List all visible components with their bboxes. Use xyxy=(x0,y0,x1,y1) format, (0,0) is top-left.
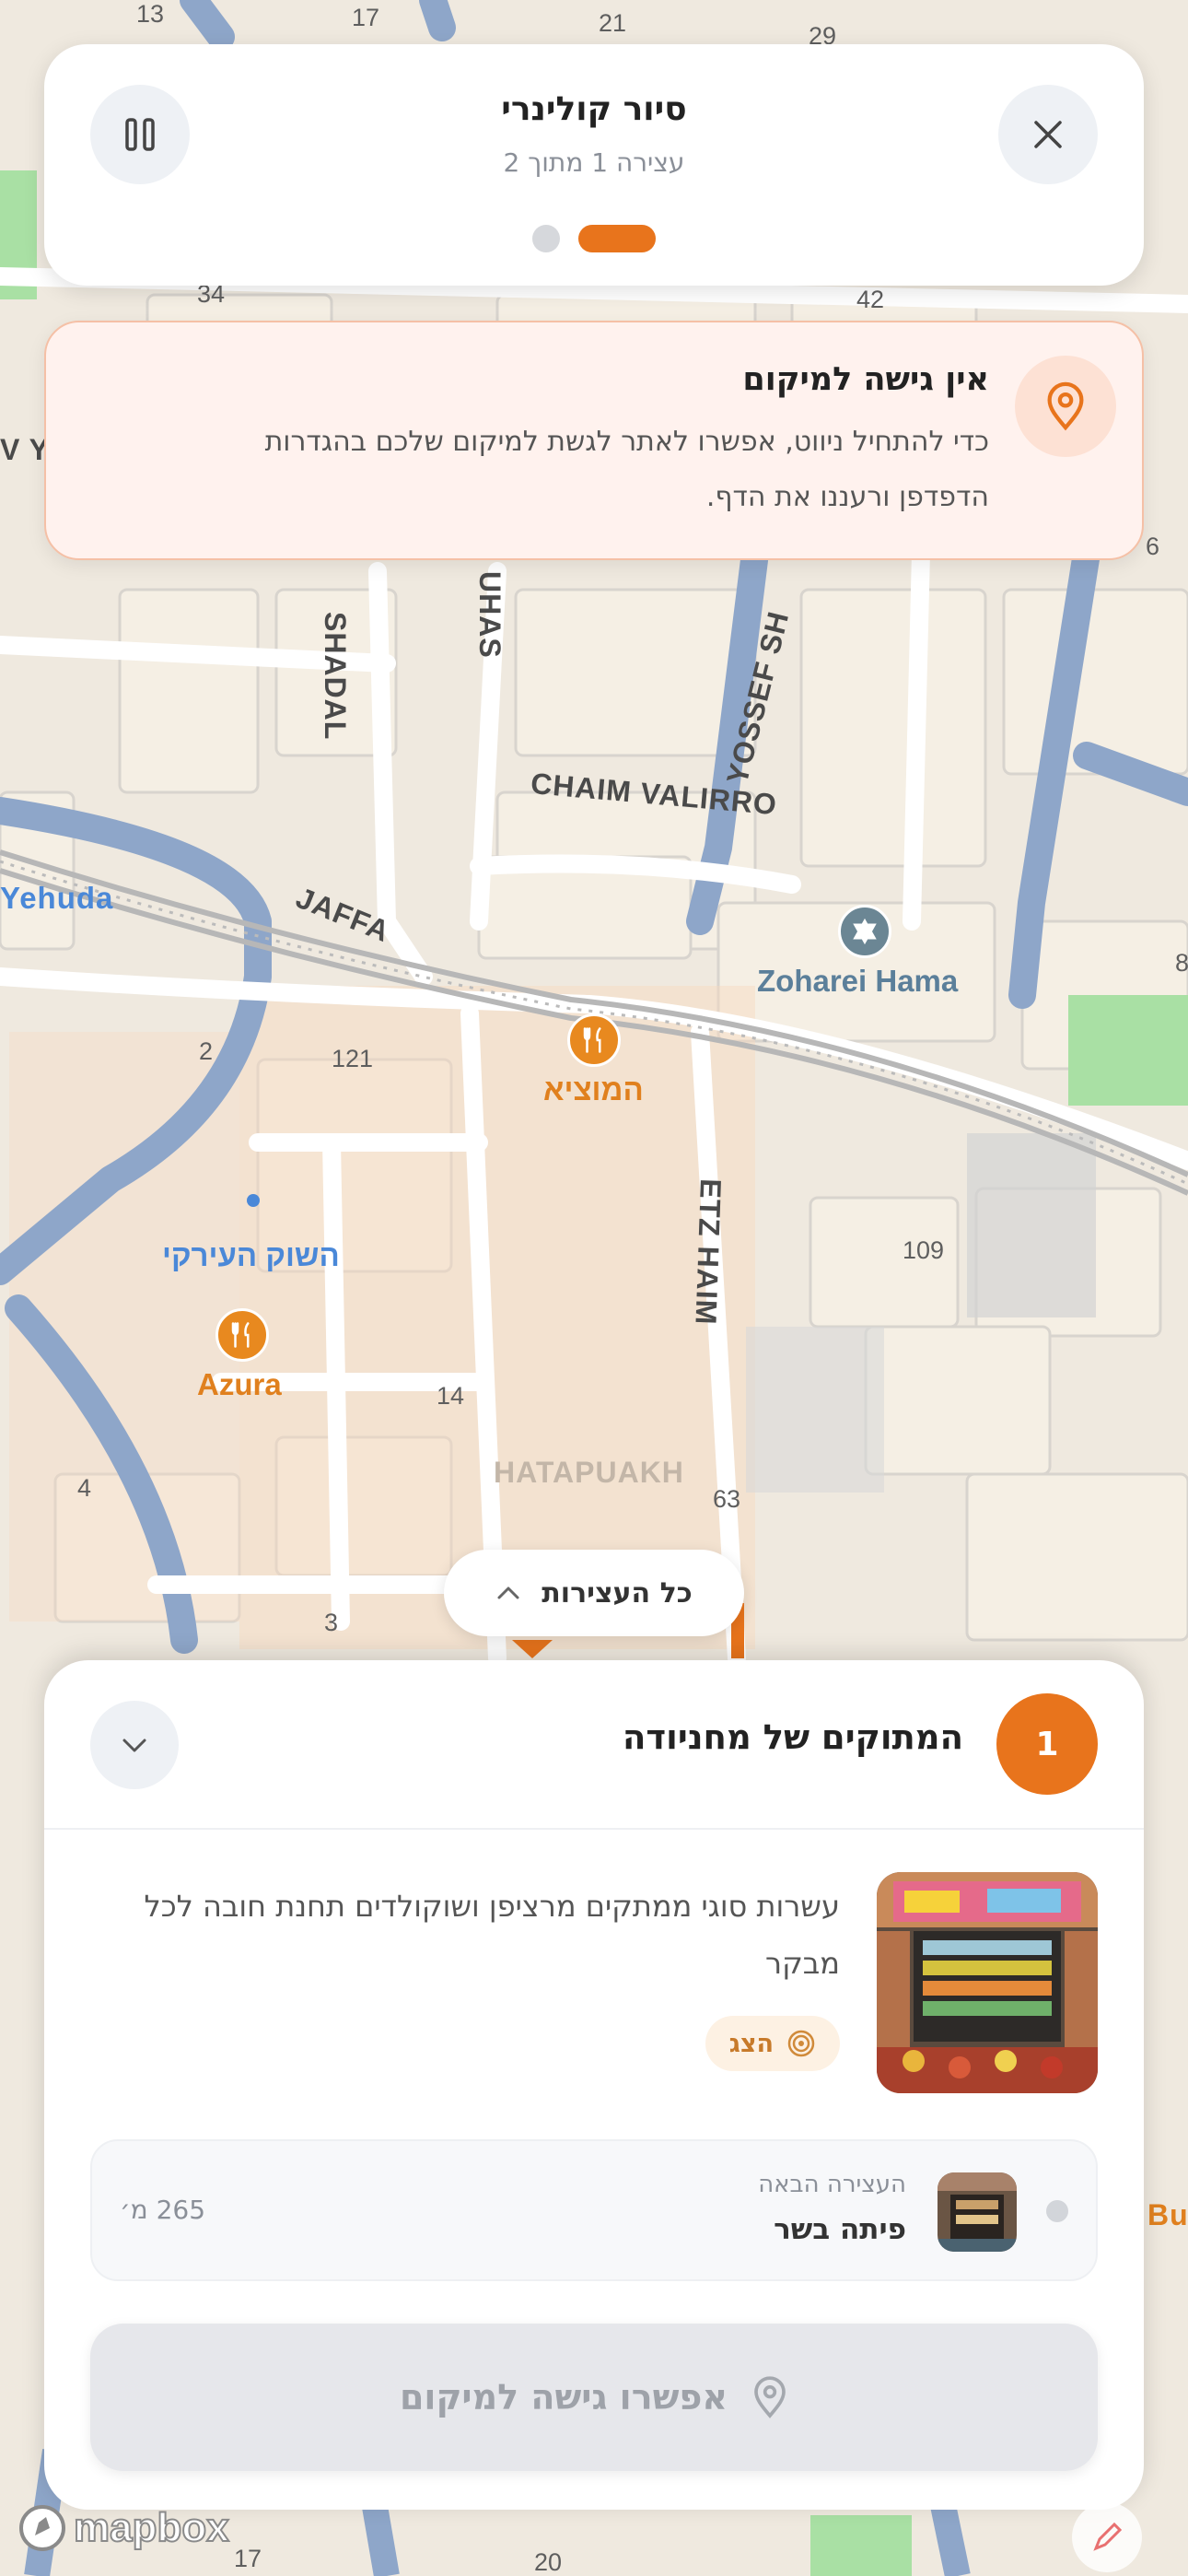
street-name: V Y xyxy=(0,433,50,466)
mapbox-logo[interactable]: mapbox xyxy=(18,2504,230,2552)
poi-label[interactable]: Zoharei Hama xyxy=(757,964,958,999)
street-name: UHAS xyxy=(473,571,507,659)
fork-knife-icon[interactable] xyxy=(567,1013,621,1067)
all-stops-label: כל העצירות xyxy=(542,1576,693,1610)
next-stop-card[interactable]: העצירה הבאה פיתה בשר 265 מ׳ xyxy=(90,2139,1098,2281)
street-name: HATAPUAKH xyxy=(494,1456,684,1489)
next-stop-name: פיתה בשר xyxy=(774,2213,906,2246)
stop-photo[interactable] xyxy=(877,1872,1098,2093)
street-number: 20 xyxy=(534,2548,563,2576)
next-stop-distance: 265 מ׳ xyxy=(120,2195,206,2225)
mapbox-logo-icon xyxy=(19,2505,65,2551)
street-number: 13 xyxy=(136,0,165,28)
map-attribution-button[interactable] xyxy=(1072,2502,1142,2572)
street-number: 42 xyxy=(856,286,885,313)
alert-title: אין גישה למיקום xyxy=(742,361,989,398)
street-name: Bu xyxy=(1147,2198,1188,2231)
star-of-david-icon[interactable] xyxy=(838,905,891,958)
street-number: 14 xyxy=(437,1382,465,1410)
poi-label[interactable]: Azura xyxy=(197,1367,282,1402)
close-button[interactable] xyxy=(998,85,1098,184)
chevron-up-icon xyxy=(497,1587,519,1599)
poi-dot xyxy=(247,1194,260,1207)
street-number: 109 xyxy=(903,1236,945,1264)
street-number: 63 xyxy=(713,1485,741,1513)
enable-location-label: אפשרו גישה למיקום xyxy=(399,2377,728,2418)
street-number: 121 xyxy=(332,1045,374,1072)
street-number: 17 xyxy=(352,4,380,31)
divider xyxy=(44,1828,1144,1830)
street-number: 2 xyxy=(199,1037,214,1065)
stop-description: עשרות סוגי ממתקים מרציפן ושוקולדים תחנת … xyxy=(144,1889,840,1981)
street-number: 6 xyxy=(1146,533,1160,560)
mapbox-wordmark: mapbox xyxy=(73,2504,230,2551)
alert-body: כדי להתחיל ניווט, אפשרו לאתר לגשת למיקום… xyxy=(264,426,989,513)
close-icon xyxy=(1034,121,1062,148)
chevron-down-icon xyxy=(122,1739,146,1752)
poi-label[interactable]: השוק העירקי xyxy=(162,1238,340,1273)
all-stops-button[interactable]: כל העצירות xyxy=(444,1550,744,1636)
street-number: 3 xyxy=(324,1609,339,1636)
street-name: SHADAL xyxy=(319,612,352,741)
next-stop-dot xyxy=(1046,2200,1068,2222)
tour-header-card: סיור קולינרי עצירה 1 מתוך 2 xyxy=(44,44,1144,286)
show-button[interactable]: הצג xyxy=(705,2016,840,2071)
fork-knife-icon[interactable] xyxy=(215,1308,269,1362)
street-name: ETZ HAIM xyxy=(689,1177,728,1326)
location-pin-icon xyxy=(754,2376,786,2418)
stop-sheet: 1 המתוקים של מחניודה עשרות סוגי ממתקים מ… xyxy=(44,1660,1144,2510)
street-number: 17 xyxy=(234,2545,262,2572)
show-label: הצג xyxy=(728,2029,774,2058)
target-icon xyxy=(787,2030,815,2057)
location-pin-icon xyxy=(1015,356,1116,457)
stop-title: המתוקים של מחניודה xyxy=(623,1717,963,1757)
poi-label[interactable]: המוציא xyxy=(543,1072,644,1107)
step-indicator-inactive xyxy=(532,225,560,252)
street-number: 4 xyxy=(77,1474,92,1502)
next-stop-thumbnail xyxy=(938,2172,1017,2252)
street-number: 8 xyxy=(1175,949,1188,977)
location-alert: אין גישה למיקום כדי להתחיל ניווט, אפשרו … xyxy=(44,321,1144,560)
tour-title: סיור קולינרי xyxy=(501,90,687,128)
tour-progress: עצירה 1 מתוך 2 xyxy=(503,147,685,178)
step-indicator-active xyxy=(578,225,656,252)
stop-number-badge: 1 xyxy=(996,1693,1098,1795)
enable-location-button[interactable]: אפשרו גישה למיקום xyxy=(90,2324,1098,2471)
next-stop-caption: העצירה הבאה xyxy=(758,2171,906,2198)
pencil-icon xyxy=(1093,2522,1123,2551)
street-name: Yehuda xyxy=(0,881,114,915)
street-number: 21 xyxy=(599,9,627,37)
collapse-button[interactable] xyxy=(90,1701,179,1789)
